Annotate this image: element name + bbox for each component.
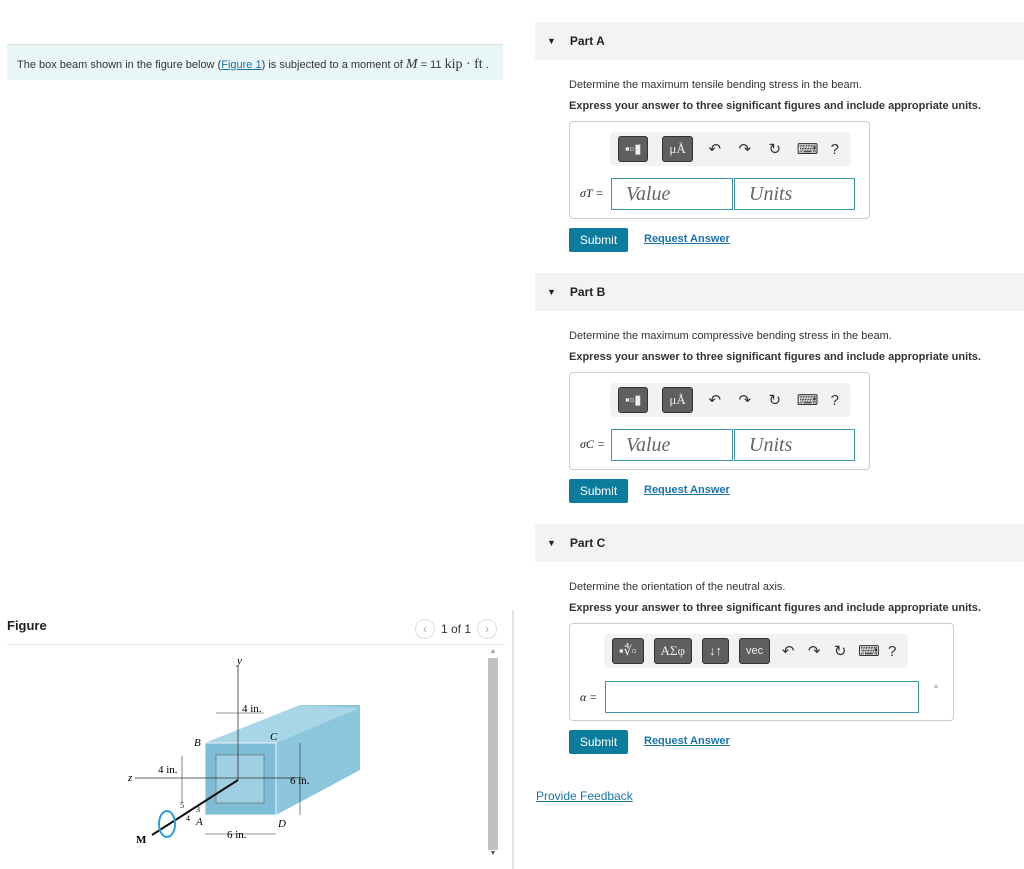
- reset-icon[interactable]: ↻: [767, 140, 783, 158]
- part-c-header[interactable]: ▼ Part C: [535, 524, 1024, 562]
- provide-feedback-link[interactable]: Provide Feedback: [536, 789, 633, 803]
- degree-symbol: °: [934, 684, 938, 695]
- figure-link[interactable]: Figure 1: [221, 59, 261, 71]
- box-beam-figure: y z M B C A D 4 in. 4 in. 6 in. 6 in. 5 …: [127, 655, 360, 846]
- undo-icon[interactable]: ↶: [707, 140, 723, 158]
- request-answer-link[interactable]: Request Answer: [644, 735, 730, 747]
- moment-value: = 11: [417, 59, 445, 71]
- part-title: Part B: [569, 285, 606, 299]
- moment-label: M: [136, 834, 147, 846]
- problem-text: The box beam shown in the figure below (: [17, 59, 222, 71]
- next-figure-button[interactable]: ›: [477, 619, 498, 639]
- dim-left: 4 in.: [158, 764, 178, 776]
- units-input[interactable]: Units: [734, 178, 855, 210]
- arrows-button[interactable]: ↓↑: [701, 638, 729, 664]
- moment-unit: kip · ft: [444, 57, 483, 72]
- dim-right: 6 in.: [290, 775, 310, 787]
- units-button[interactable]: μÅ: [662, 136, 693, 162]
- y-axis-label: y: [236, 655, 242, 667]
- redo-icon[interactable]: ↷: [737, 391, 753, 409]
- value-input[interactable]: Value: [611, 178, 733, 210]
- units-button[interactable]: μÅ: [662, 387, 693, 413]
- submit-button[interactable]: Submit: [569, 730, 628, 754]
- templates-button[interactable]: ▪▫▮: [618, 387, 649, 413]
- scroll-down-icon[interactable]: ▼: [488, 850, 498, 860]
- slope-5: 5: [180, 801, 184, 810]
- pane-divider[interactable]: [512, 610, 514, 869]
- request-answer-link[interactable]: Request Answer: [644, 233, 730, 245]
- moment-rotation-icon: [158, 810, 176, 838]
- instruction-text: Express your answer to three significant…: [569, 351, 981, 363]
- part-title: Part C: [569, 536, 606, 550]
- question-text: Determine the maximum tensile bending st…: [569, 79, 862, 91]
- point-a-label: A: [195, 816, 203, 828]
- vec-button[interactable]: vec: [738, 638, 771, 664]
- math-toolbar: ▪▫▮ μÅ ↶ ↷ ↻ ⌨?: [610, 132, 851, 166]
- value-input[interactable]: Value: [611, 429, 733, 461]
- sigma-t-label: σT =: [580, 186, 604, 200]
- keyboard-icon[interactable]: ⌨: [858, 642, 880, 660]
- instruction-text: Express your answer to three significant…: [569, 602, 981, 614]
- reset-icon[interactable]: ↻: [767, 391, 783, 409]
- answer-box-b: ▪▫▮ μÅ ↶ ↷ ↻ ⌨? σC = Value Units: [569, 372, 870, 470]
- problem-text: .: [482, 59, 489, 71]
- submit-button[interactable]: Submit: [569, 479, 628, 503]
- z-axis-label: z: [127, 772, 133, 784]
- part-title: Part A: [569, 34, 605, 48]
- figure-scrollbar[interactable]: ▲ ▼: [488, 648, 498, 862]
- help-icon[interactable]: ?: [827, 141, 843, 158]
- moment-var: M: [405, 57, 418, 72]
- answer-box-a: ▪▫▮ μÅ ↶ ↷ ↻ ⌨? σT = Value Units: [569, 121, 870, 219]
- math-toolbar: ▪∜▫ ΑΣφ ↓↑ vec ↶ ↷ ↻ ⌨?: [604, 634, 909, 668]
- collapse-icon: ▼: [547, 287, 556, 297]
- math-toolbar: ▪▫▮ μÅ ↶ ↷ ↻ ⌨?: [610, 383, 851, 417]
- dim-bottom: 6 in.: [227, 829, 247, 841]
- scroll-up-icon[interactable]: ▲: [488, 648, 498, 658]
- redo-icon[interactable]: ↷: [737, 140, 753, 158]
- templates-button[interactable]: ▪∜▫: [612, 638, 644, 664]
- request-answer-link[interactable]: Request Answer: [644, 484, 730, 496]
- instruction-text: Express your answer to three significant…: [569, 100, 981, 112]
- part-b-header[interactable]: ▼ Part B: [535, 273, 1024, 311]
- undo-icon[interactable]: ↶: [707, 391, 723, 409]
- figure-divider: [7, 644, 505, 645]
- point-c-label: C: [270, 731, 278, 743]
- part-a-header[interactable]: ▼ Part A: [535, 22, 1024, 60]
- dim-top: 4 in.: [242, 703, 262, 715]
- scroll-thumb[interactable]: [488, 658, 498, 850]
- collapse-icon: ▼: [547, 36, 556, 46]
- slope-3: 3: [196, 805, 200, 814]
- undo-icon[interactable]: ↶: [780, 642, 796, 660]
- beam-hollow: [215, 754, 265, 804]
- prev-figure-button[interactable]: ‹: [415, 619, 435, 639]
- units-input[interactable]: Units: [734, 429, 855, 461]
- answer-box-c: ▪∜▫ ΑΣφ ↓↑ vec ↶ ↷ ↻ ⌨? α = °: [569, 623, 954, 721]
- question-text: Determine the orientation of the neutral…: [569, 581, 786, 593]
- help-icon[interactable]: ?: [884, 643, 900, 660]
- problem-text: ) is subjected to a moment of: [261, 59, 406, 71]
- figure-title: Figure: [7, 618, 47, 633]
- question-text: Determine the maximum compressive bendin…: [569, 330, 892, 342]
- greek-button[interactable]: ΑΣφ: [653, 638, 692, 664]
- keyboard-icon[interactable]: ⌨: [797, 391, 819, 409]
- slope-4: 4: [186, 814, 190, 823]
- sigma-c-label: σC =: [580, 437, 606, 451]
- redo-icon[interactable]: ↷: [806, 642, 822, 660]
- reset-icon[interactable]: ↻: [832, 642, 848, 660]
- point-d-label: D: [277, 818, 286, 830]
- point-b-label: B: [194, 737, 201, 749]
- help-icon[interactable]: ?: [827, 392, 843, 409]
- templates-button[interactable]: ▪▫▮: [618, 136, 649, 162]
- problem-statement: The box beam shown in the figure below (…: [7, 44, 503, 80]
- figure-pager: ‹ 1 of 1 ›: [415, 619, 498, 639]
- collapse-icon: ▼: [547, 538, 556, 548]
- alpha-input[interactable]: [605, 681, 919, 713]
- alpha-label: α =: [580, 690, 598, 704]
- keyboard-icon[interactable]: ⌨: [797, 140, 819, 158]
- submit-button[interactable]: Submit: [569, 228, 628, 252]
- pager-text: 1 of 1: [441, 622, 472, 636]
